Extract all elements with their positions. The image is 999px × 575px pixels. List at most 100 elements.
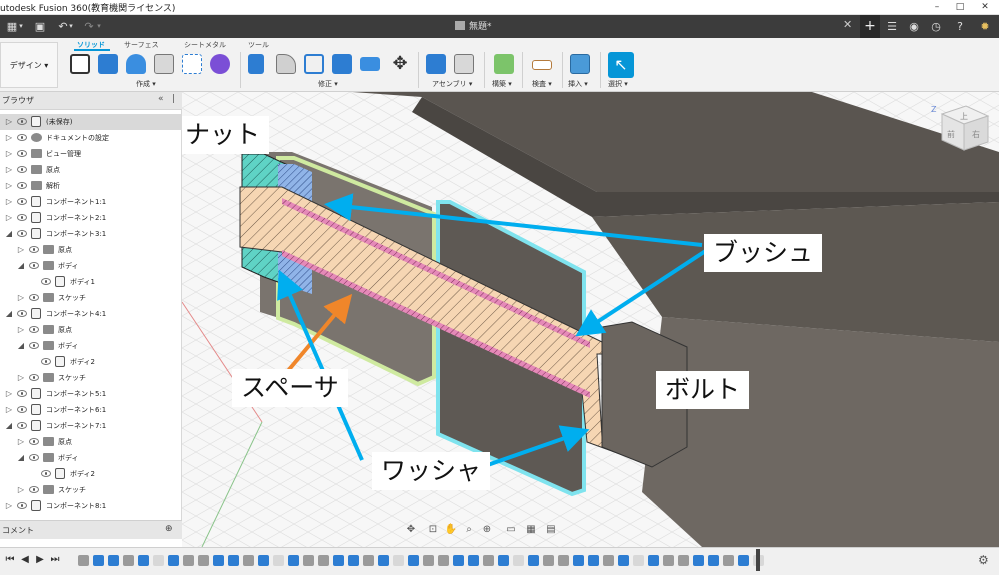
group-select[interactable]: 選択 ▾ xyxy=(608,79,628,89)
visibility-eye-icon[interactable] xyxy=(29,294,39,301)
create-sketch-icon[interactable] xyxy=(70,54,90,74)
close-tab-button[interactable]: ✕ xyxy=(843,18,852,31)
expand-arrow-icon[interactable]: ▷ xyxy=(16,324,26,336)
timeline-feature-icon[interactable] xyxy=(333,555,344,566)
browser-row[interactable]: ボディ2 xyxy=(0,354,182,370)
minimize-button[interactable]: – xyxy=(925,0,949,14)
workspace-switcher[interactable]: デザイン ▾ xyxy=(0,42,58,88)
timeline-feature-icon[interactable] xyxy=(78,555,89,566)
browser-row[interactable]: ボディ2 xyxy=(0,466,182,482)
expand-arrow-icon[interactable] xyxy=(28,468,38,480)
shell-icon[interactable] xyxy=(304,54,324,74)
collapse-arrow-icon[interactable]: ◢ xyxy=(4,420,14,432)
timeline-feature-icon[interactable] xyxy=(543,555,554,566)
timeline-feature-icon[interactable] xyxy=(603,555,614,566)
timeline-feature-icon[interactable] xyxy=(183,555,194,566)
browser-row[interactable]: ◢ ボディ xyxy=(0,258,182,274)
user-avatar[interactable]: ✹ xyxy=(975,17,995,36)
model-canvas[interactable]: Z 上 前 右 xyxy=(182,92,999,547)
new-tab-button[interactable]: + xyxy=(860,15,880,38)
browser-row[interactable]: ▷ コンポーネント1:1 xyxy=(0,194,182,210)
visibility-eye-icon[interactable] xyxy=(17,198,27,205)
new-component-icon[interactable] xyxy=(426,54,446,74)
play-icon[interactable]: ▶ xyxy=(33,553,47,567)
timeline-feature-icon[interactable] xyxy=(363,555,374,566)
group-inspect[interactable]: 検査 ▾ xyxy=(532,79,552,89)
viewports-icon[interactable]: ▤ xyxy=(544,523,558,537)
collapse-arrow-icon[interactable]: ◢ xyxy=(16,260,26,272)
timeline-feature-icon[interactable] xyxy=(573,555,584,566)
timeline-feature-icon[interactable] xyxy=(393,555,404,566)
timeline-feature-icon[interactable] xyxy=(123,555,134,566)
browser-row[interactable]: ボディ1 xyxy=(0,274,182,290)
expand-arrow-icon[interactable]: ▷ xyxy=(16,292,26,304)
revolve-icon[interactable] xyxy=(126,54,146,74)
visibility-eye-icon[interactable] xyxy=(17,182,27,189)
timeline-feature-icon[interactable] xyxy=(273,555,284,566)
browser-row[interactable]: ▷ 原点 xyxy=(0,322,182,338)
timeline-feature-icon[interactable] xyxy=(513,555,524,566)
expand-arrow-icon[interactable]: ▷ xyxy=(4,164,14,176)
visibility-eye-icon[interactable] xyxy=(29,246,39,253)
document-tab[interactable]: 無題* xyxy=(455,18,492,36)
timeline-feature-icon[interactable] xyxy=(588,555,599,566)
step-back-icon[interactable]: ◀ xyxy=(18,553,32,567)
browser-row[interactable]: ▷ ビュー管理 xyxy=(0,146,182,162)
visibility-eye-icon[interactable] xyxy=(17,502,27,509)
visibility-eye-icon[interactable] xyxy=(29,454,39,461)
visibility-eye-icon[interactable] xyxy=(17,310,27,317)
save-icon[interactable]: ▣ xyxy=(31,18,49,35)
timeline-feature-icon[interactable] xyxy=(258,555,269,566)
redo-dropdown-icon[interactable]: ▾ xyxy=(94,18,104,35)
collapse-icon[interactable]: « xyxy=(158,94,164,104)
visibility-eye-icon[interactable] xyxy=(29,438,39,445)
timeline-feature-icon[interactable] xyxy=(738,555,749,566)
display-settings-icon[interactable]: ▭ xyxy=(504,523,518,537)
expand-arrow-icon[interactable]: ▷ xyxy=(16,244,26,256)
fit-icon[interactable]: ⊕ xyxy=(480,523,494,537)
timeline-feature-icon[interactable] xyxy=(243,555,254,566)
timeline-feature-icon[interactable] xyxy=(228,555,239,566)
select-cursor-icon[interactable]: ↖ xyxy=(608,52,634,78)
timeline-track[interactable] xyxy=(78,553,768,569)
group-create[interactable]: 作成 ▾ xyxy=(136,79,156,89)
browser-row[interactable]: ▷ 原点 xyxy=(0,242,182,258)
pan-icon[interactable]: ✋ xyxy=(444,523,458,537)
tab-tools[interactable]: ツール xyxy=(248,40,269,50)
group-modify[interactable]: 修正 ▾ xyxy=(318,79,338,89)
timeline-feature-icon[interactable] xyxy=(93,555,104,566)
expand-arrow-icon[interactable]: ▷ xyxy=(4,500,14,512)
timeline-feature-icon[interactable] xyxy=(378,555,389,566)
visibility-eye-icon[interactable] xyxy=(29,486,39,493)
go-to-start-icon[interactable]: ⏮ xyxy=(3,553,17,567)
browser-row[interactable]: ◢ ボディ xyxy=(0,338,182,354)
expand-arrow-icon[interactable]: ▷ xyxy=(16,436,26,448)
timeline-feature-icon[interactable] xyxy=(168,555,179,566)
move-icon[interactable]: ✥ xyxy=(390,54,410,74)
timeline-feature-icon[interactable] xyxy=(198,555,209,566)
timeline-feature-icon[interactable] xyxy=(438,555,449,566)
timeline-feature-icon[interactable] xyxy=(663,555,674,566)
form-icon[interactable] xyxy=(210,54,230,74)
combine-icon[interactable] xyxy=(332,54,352,74)
visibility-eye-icon[interactable] xyxy=(17,406,27,413)
timeline-feature-icon[interactable] xyxy=(678,555,689,566)
timeline-feature-icon[interactable] xyxy=(618,555,629,566)
add-comment-button[interactable]: ⊕ xyxy=(165,524,173,534)
visibility-eye-icon[interactable] xyxy=(17,230,27,237)
timeline-feature-icon[interactable] xyxy=(708,555,719,566)
timeline-feature-icon[interactable] xyxy=(423,555,434,566)
go-to-end-icon[interactable]: ⏭ xyxy=(48,553,62,567)
timeline-feature-icon[interactable] xyxy=(558,555,569,566)
tab-surface[interactable]: サーフェス xyxy=(124,40,159,50)
offset-face-icon[interactable] xyxy=(360,57,380,71)
pattern-icon[interactable] xyxy=(182,54,202,74)
maximize-button[interactable]: □ xyxy=(948,0,972,14)
look-at-icon[interactable]: ⊡ xyxy=(426,523,440,537)
measure-icon[interactable] xyxy=(532,60,552,70)
timeline-feature-icon[interactable] xyxy=(138,555,149,566)
expand-arrow-icon[interactable]: ▷ xyxy=(4,404,14,416)
visibility-eye-icon[interactable] xyxy=(17,166,27,173)
collapse-arrow-icon[interactable]: ◢ xyxy=(16,340,26,352)
pin-icon[interactable]: | xyxy=(172,94,175,104)
